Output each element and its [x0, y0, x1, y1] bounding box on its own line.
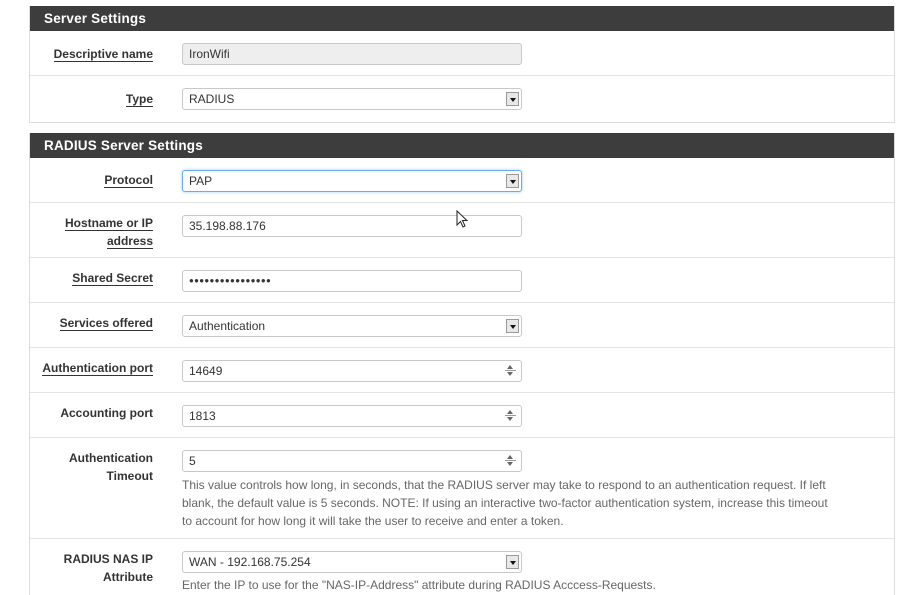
descriptive-name-row: Descriptive name IronWifi [30, 31, 894, 76]
type-select-value: RADIUS [189, 92, 235, 106]
mouse-cursor-icon [456, 210, 469, 228]
chevron-down-icon[interactable] [506, 555, 519, 569]
server-settings-panel: Server Settings Descriptive name IronWif… [29, 6, 895, 123]
nas-ip-select-value: WAN - 192.168.75.254 [189, 555, 311, 569]
protocol-select[interactable]: PAP [182, 170, 522, 192]
type-select[interactable]: RADIUS [182, 88, 522, 110]
auth-port-label: Authentication port [42, 361, 153, 376]
hostname-label: Hostname or IP address [64, 216, 153, 249]
auth-timeout-value: 5 [189, 454, 196, 468]
chevron-down-icon[interactable] [506, 92, 519, 106]
auth-port-row: Authentication port 14649 [30, 348, 894, 393]
nas-ip-select[interactable]: WAN - 192.168.75.254 [182, 551, 522, 573]
nas-ip-label: RADIUS NAS IP Attribute [63, 552, 153, 584]
type-row: Type RADIUS [30, 76, 894, 122]
shared-secret-input[interactable]: ●●●●●●●●●●●●●●●● [182, 270, 522, 292]
services-select-value: Authentication [189, 319, 266, 333]
type-label: Type [125, 92, 153, 107]
auth-timeout-input[interactable]: 5 [182, 450, 522, 472]
nas-ip-row: RADIUS NAS IP Attribute WAN - 192.168.75… [30, 539, 894, 595]
chevron-down-icon[interactable] [506, 174, 519, 188]
descriptive-name-field[interactable]: IronWifi [182, 43, 522, 65]
protocol-select-value: PAP [189, 174, 213, 188]
server-settings-heading: Server Settings [30, 6, 894, 31]
shared-secret-row: Shared Secret ●●●●●●●●●●●●●●●● [30, 258, 894, 303]
acct-port-value: 1813 [189, 409, 216, 423]
auth-timeout-help: This value controls how long, in seconds… [182, 478, 828, 528]
acct-port-label: Accounting port [60, 406, 153, 420]
acct-port-input[interactable]: 1813 [182, 405, 522, 427]
spinner-icon[interactable] [504, 409, 517, 423]
shared-secret-label: Shared Secret [72, 271, 153, 286]
chevron-down-icon[interactable] [506, 319, 519, 333]
auth-timeout-row: Authentication Timeout 5 This value cont… [30, 438, 894, 539]
auth-port-value: 14649 [189, 364, 223, 378]
hostname-input[interactable]: 35.198.88.176 [182, 215, 522, 237]
acct-port-row: Accounting port 1813 [30, 393, 894, 438]
radius-settings-heading: RADIUS Server Settings [30, 133, 894, 158]
protocol-row: Protocol PAP [30, 158, 894, 203]
services-select[interactable]: Authentication [182, 315, 522, 337]
descriptive-name-label: Descriptive name [53, 47, 153, 62]
auth-timeout-label: Authentication Timeout [69, 451, 153, 483]
services-row: Services offered Authentication [30, 303, 894, 348]
protocol-label: Protocol [104, 173, 153, 188]
radius-settings-panel: RADIUS Server Settings Protocol PAP Host… [29, 133, 895, 595]
spinner-icon[interactable] [504, 364, 517, 378]
spinner-icon[interactable] [504, 454, 517, 468]
auth-port-input[interactable]: 14649 [182, 360, 522, 382]
services-label: Services offered [59, 316, 153, 331]
nas-ip-help: Enter the IP to use for the "NAS-IP-Addr… [182, 578, 656, 592]
